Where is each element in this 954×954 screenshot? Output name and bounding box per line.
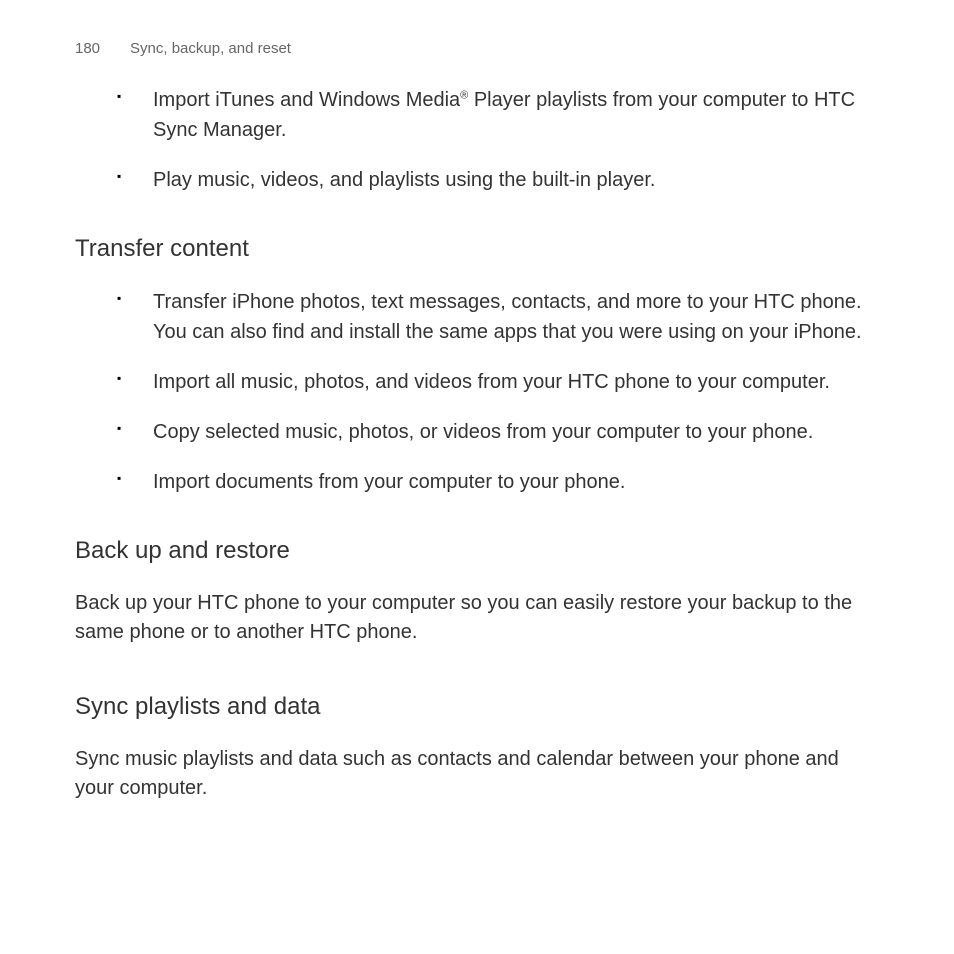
list-item: Import iTunes and Windows Media® Player …: [153, 85, 879, 145]
header-breadcrumb: Sync, backup, and reset: [130, 40, 291, 57]
section-sync: Sync playlists and data Sync music playl…: [75, 693, 879, 803]
transfer-list: Transfer iPhone photos, text messages, c…: [75, 287, 879, 497]
section-heading: Back up and restore: [75, 537, 879, 565]
list-item-text: Import iTunes and Windows Media: [153, 89, 460, 111]
list-item: Play music, videos, and playlists using …: [153, 165, 879, 195]
section-text: Sync music playlists and data such as co…: [75, 745, 879, 803]
list-item: Import documents from your computer to y…: [153, 467, 879, 497]
list-item: Transfer iPhone photos, text messages, c…: [153, 287, 879, 347]
section-text: Back up your HTC phone to your computer …: [75, 589, 879, 647]
intro-list: Import iTunes and Windows Media® Player …: [75, 85, 879, 195]
list-item: Copy selected music, photos, or videos f…: [153, 417, 879, 447]
list-item: Import all music, photos, and videos fro…: [153, 367, 879, 397]
section-heading: Sync playlists and data: [75, 693, 879, 721]
section-heading: Transfer content: [75, 235, 879, 263]
section-backup: Back up and restore Back up your HTC pho…: [75, 537, 879, 647]
page-header: 180 Sync, backup, and reset: [75, 40, 879, 57]
page-number: 180: [75, 40, 100, 57]
section-transfer: Transfer content Transfer iPhone photos,…: [75, 235, 879, 497]
